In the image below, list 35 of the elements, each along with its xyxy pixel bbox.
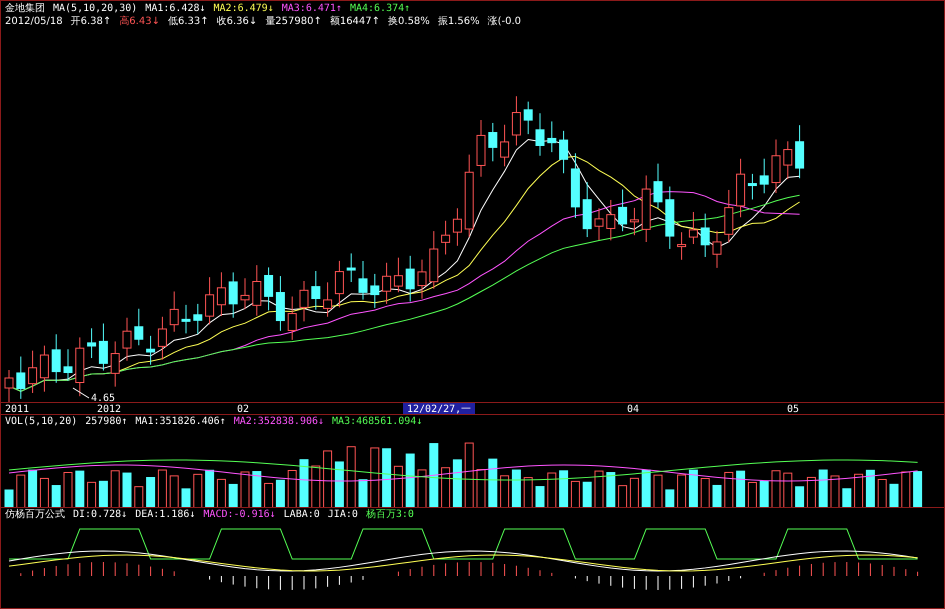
- axis-label[interactable]: 12/02/27,一: [403, 403, 476, 414]
- indicator-value: MACD:-0.916↓: [203, 508, 276, 521]
- stock-title: 金地集团: [5, 2, 45, 15]
- axis-label: 05: [786, 403, 800, 414]
- volume-value: MA3:468561.094↓: [332, 415, 422, 428]
- ma-label: MA(5,10,20,30): [53, 2, 138, 15]
- indicator-title: 仿杨百万公式: [5, 508, 65, 521]
- quote-value: 开6.38↑: [70, 15, 112, 28]
- quote-value: 涨(-0.0: [488, 15, 522, 28]
- quote-value: 额16447↑: [330, 15, 380, 28]
- quote-value: 振1.56%: [438, 15, 480, 28]
- quote-value: 收6.36↓: [216, 15, 258, 28]
- ma-value: MA2:6.479↓: [214, 2, 274, 15]
- quote-value: 换0.58%: [388, 15, 430, 28]
- indicator-value: 杨百万3:0: [366, 508, 414, 521]
- quote-value: 低6.33↑: [168, 15, 209, 28]
- volume-value: MA1:351826.406↑: [135, 415, 226, 428]
- ma-value: MA4:6.374↑: [350, 2, 410, 15]
- indicator-value: JIA:0: [328, 508, 358, 521]
- axis-label: 04: [626, 403, 640, 414]
- axis-label: 2012: [96, 403, 122, 414]
- low-price-label: 4.65: [72, 388, 116, 402]
- indicator-value: LABA:0: [284, 508, 320, 521]
- quote-date: 2012/05/18: [5, 15, 63, 28]
- quote-value: 高6.43↓: [119, 15, 160, 28]
- axis-label: 02: [236, 403, 250, 414]
- quote-value: 量257980↑: [265, 15, 322, 28]
- volume-value: 257980↑: [85, 415, 128, 428]
- ma-value: MA3:6.471↑: [282, 2, 342, 15]
- volume-value: MA2:352838.906↓: [234, 415, 324, 428]
- volume-label: VOL(5,10,20): [5, 415, 78, 428]
- indicator-value: DEA:1.186↓: [135, 508, 196, 521]
- axis-label: 2011: [4, 403, 30, 414]
- ma-value: MA1:6.428↓: [145, 2, 206, 15]
- indicator-value: DI:0.728↓: [73, 508, 128, 521]
